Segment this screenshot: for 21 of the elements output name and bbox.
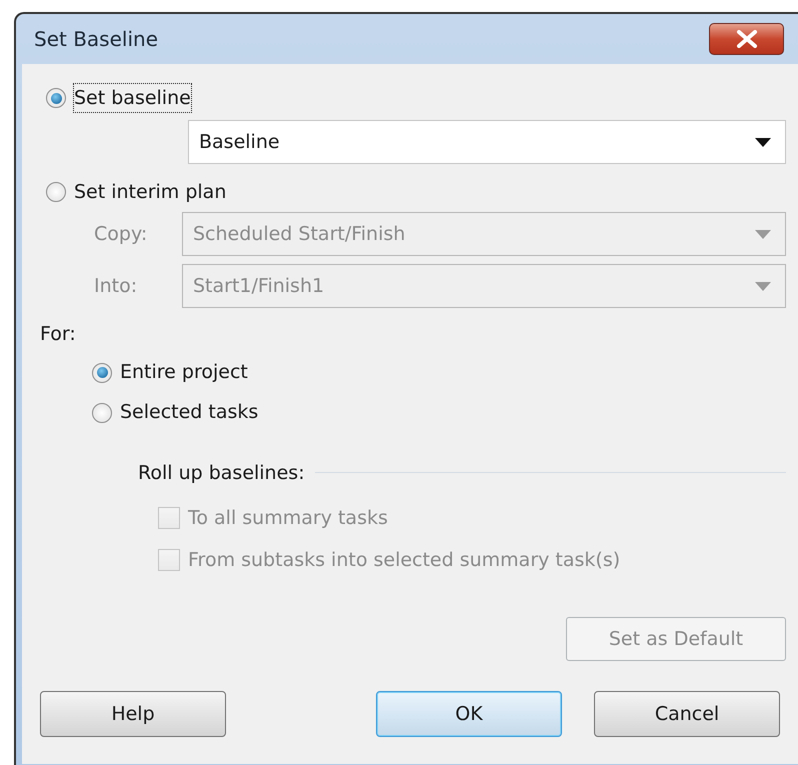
caret-icon xyxy=(755,138,771,146)
close-button[interactable] xyxy=(709,23,784,55)
option-label[interactable]: Selected tasks xyxy=(120,398,258,427)
dialog-button[interactable]: OK xyxy=(376,691,562,737)
field-label: Into: xyxy=(94,274,138,299)
caret-icon xyxy=(755,230,771,238)
option-label[interactable]: Entire project xyxy=(120,358,248,387)
dropdown[interactable]: Baseline xyxy=(188,120,786,164)
radio-button[interactable] xyxy=(92,362,112,382)
radio-button[interactable] xyxy=(46,88,66,108)
dialog-button[interactable]: Cancel xyxy=(594,691,780,737)
radio-button[interactable] xyxy=(46,182,66,202)
section-label: For: xyxy=(40,322,76,347)
caret-icon xyxy=(755,282,771,290)
option-label[interactable]: Set baseline xyxy=(74,84,191,112)
dialog-button[interactable]: Help xyxy=(40,691,226,737)
option-label[interactable]: Set interim plan xyxy=(74,178,226,206)
radio-button[interactable] xyxy=(92,402,112,422)
field-label: Copy: xyxy=(94,222,148,247)
group-label: Roll up baselines: xyxy=(138,460,305,486)
window-title: Set Baseline xyxy=(34,26,158,53)
